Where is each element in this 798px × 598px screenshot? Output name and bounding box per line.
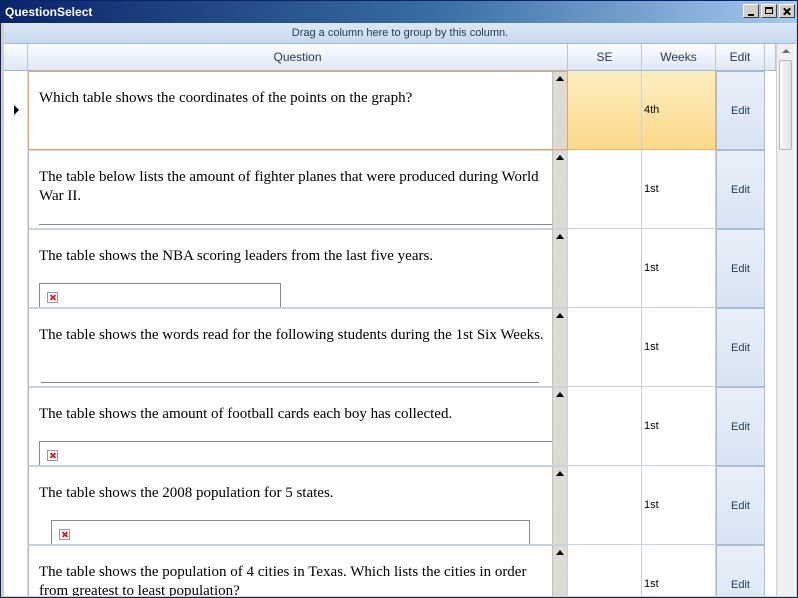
question-cell[interactable]: The table below lists the amount of figh… bbox=[28, 150, 568, 229]
column-header-question[interactable]: Question bbox=[28, 44, 568, 71]
broken-image-icon bbox=[59, 529, 70, 540]
broken-image-icon bbox=[47, 292, 58, 303]
weeks-cell[interactable]: 4th bbox=[642, 71, 716, 150]
question-cell[interactable]: The table shows the population of 4 citi… bbox=[28, 545, 568, 596]
image-placeholder bbox=[39, 441, 560, 465]
minimize-button[interactable] bbox=[743, 4, 759, 18]
se-cell[interactable] bbox=[568, 71, 642, 150]
question-cell[interactable]: The table shows the NBA scoring leaders … bbox=[28, 229, 568, 308]
question-cell[interactable]: The table shows the amount of football c… bbox=[28, 387, 568, 466]
row-selector[interactable] bbox=[4, 545, 28, 596]
broken-image-icon bbox=[47, 450, 58, 461]
weeks-cell[interactable]: 1st bbox=[642, 308, 716, 387]
cell-scrollbar[interactable] bbox=[552, 72, 567, 149]
window-title: QuestionSelect bbox=[5, 5, 93, 19]
cell-scrollbar[interactable] bbox=[552, 467, 567, 544]
weeks-cell[interactable]: 1st bbox=[642, 387, 716, 466]
question-text: The table shows the words read for the f… bbox=[39, 327, 544, 343]
weeks-cell[interactable]: 1st bbox=[642, 229, 716, 308]
edit-button[interactable]: Edit bbox=[716, 71, 765, 150]
row-selector[interactable] bbox=[4, 71, 28, 150]
cell-scrollbar[interactable] bbox=[552, 388, 567, 465]
scroll-up-icon[interactable] bbox=[556, 392, 564, 397]
se-cell[interactable] bbox=[568, 545, 642, 596]
embedded-table-border bbox=[39, 224, 554, 225]
question-text: The table shows the NBA scoring leaders … bbox=[39, 248, 434, 264]
scroll-up-icon[interactable] bbox=[782, 49, 790, 53]
cell-scrollbar[interactable] bbox=[552, 546, 567, 596]
edit-button[interactable]: Edit bbox=[716, 545, 765, 596]
se-cell[interactable] bbox=[568, 466, 642, 545]
question-text: Which table shows the coordinates of the… bbox=[39, 90, 413, 106]
question-text: The table shows the population of 4 citi… bbox=[39, 564, 527, 596]
se-cell[interactable] bbox=[568, 150, 642, 229]
question-cell[interactable]: The table shows the 2008 population for … bbox=[28, 466, 568, 545]
weeks-cell[interactable]: 1st bbox=[642, 150, 716, 229]
edit-button[interactable]: Edit bbox=[716, 308, 765, 387]
scroll-up-icon[interactable] bbox=[556, 76, 564, 81]
grid-area: Drag a column here to group by this colu… bbox=[4, 23, 796, 596]
scroll-up-icon[interactable] bbox=[556, 155, 564, 160]
image-placeholder bbox=[51, 520, 530, 544]
edit-button[interactable]: Edit bbox=[716, 466, 765, 545]
row-selector[interactable] bbox=[4, 466, 28, 545]
group-by-panel[interactable]: Drag a column here to group by this colu… bbox=[4, 23, 796, 44]
cell-scrollbar[interactable] bbox=[552, 309, 567, 386]
edit-button[interactable]: Edit bbox=[716, 229, 765, 308]
edit-button[interactable]: Edit bbox=[716, 150, 765, 229]
embedded-table-border bbox=[41, 382, 539, 383]
column-header-se[interactable]: SE bbox=[568, 44, 642, 71]
close-button[interactable] bbox=[779, 4, 795, 18]
se-cell[interactable] bbox=[568, 229, 642, 308]
question-cell[interactable]: The table shows the words read for the f… bbox=[28, 308, 568, 387]
title-bar[interactable]: QuestionSelect bbox=[1, 1, 797, 23]
column-header-edit[interactable]: Edit bbox=[716, 44, 765, 71]
window-controls bbox=[741, 4, 795, 21]
weeks-cell[interactable]: 1st bbox=[642, 466, 716, 545]
question-select-window: QuestionSelect Drag a column here to gro… bbox=[0, 0, 798, 598]
scroll-up-icon[interactable] bbox=[556, 550, 564, 555]
column-header-filler bbox=[765, 44, 776, 71]
row-pointer-icon bbox=[14, 105, 19, 115]
cell-scrollbar[interactable] bbox=[552, 151, 567, 228]
question-text: The table shows the 2008 population for … bbox=[39, 485, 334, 501]
edit-button[interactable]: Edit bbox=[716, 387, 765, 466]
question-text: The table below lists the amount of figh… bbox=[39, 169, 539, 204]
scroll-up-icon[interactable] bbox=[556, 234, 564, 239]
column-header-weeks[interactable]: Weeks bbox=[642, 44, 716, 71]
grid-vertical-scrollbar[interactable] bbox=[776, 44, 794, 596]
row-selector[interactable] bbox=[4, 308, 28, 387]
scrollbar-thumb[interactable] bbox=[779, 60, 792, 150]
se-cell[interactable] bbox=[568, 308, 642, 387]
row-selector[interactable] bbox=[4, 229, 28, 308]
row-selector[interactable] bbox=[4, 150, 28, 229]
question-text: The table shows the amount of football c… bbox=[39, 406, 453, 422]
scroll-up-icon[interactable] bbox=[556, 313, 564, 318]
image-placeholder bbox=[39, 283, 281, 307]
maximize-button[interactable] bbox=[761, 4, 777, 18]
row-selector-header bbox=[4, 44, 28, 71]
weeks-cell[interactable]: 1st bbox=[642, 545, 716, 596]
se-cell[interactable] bbox=[568, 387, 642, 466]
scroll-up-icon[interactable] bbox=[556, 471, 564, 476]
question-cell[interactable]: Which table shows the coordinates of the… bbox=[28, 71, 568, 150]
row-selector[interactable] bbox=[4, 387, 28, 466]
cell-scrollbar[interactable] bbox=[552, 230, 567, 307]
